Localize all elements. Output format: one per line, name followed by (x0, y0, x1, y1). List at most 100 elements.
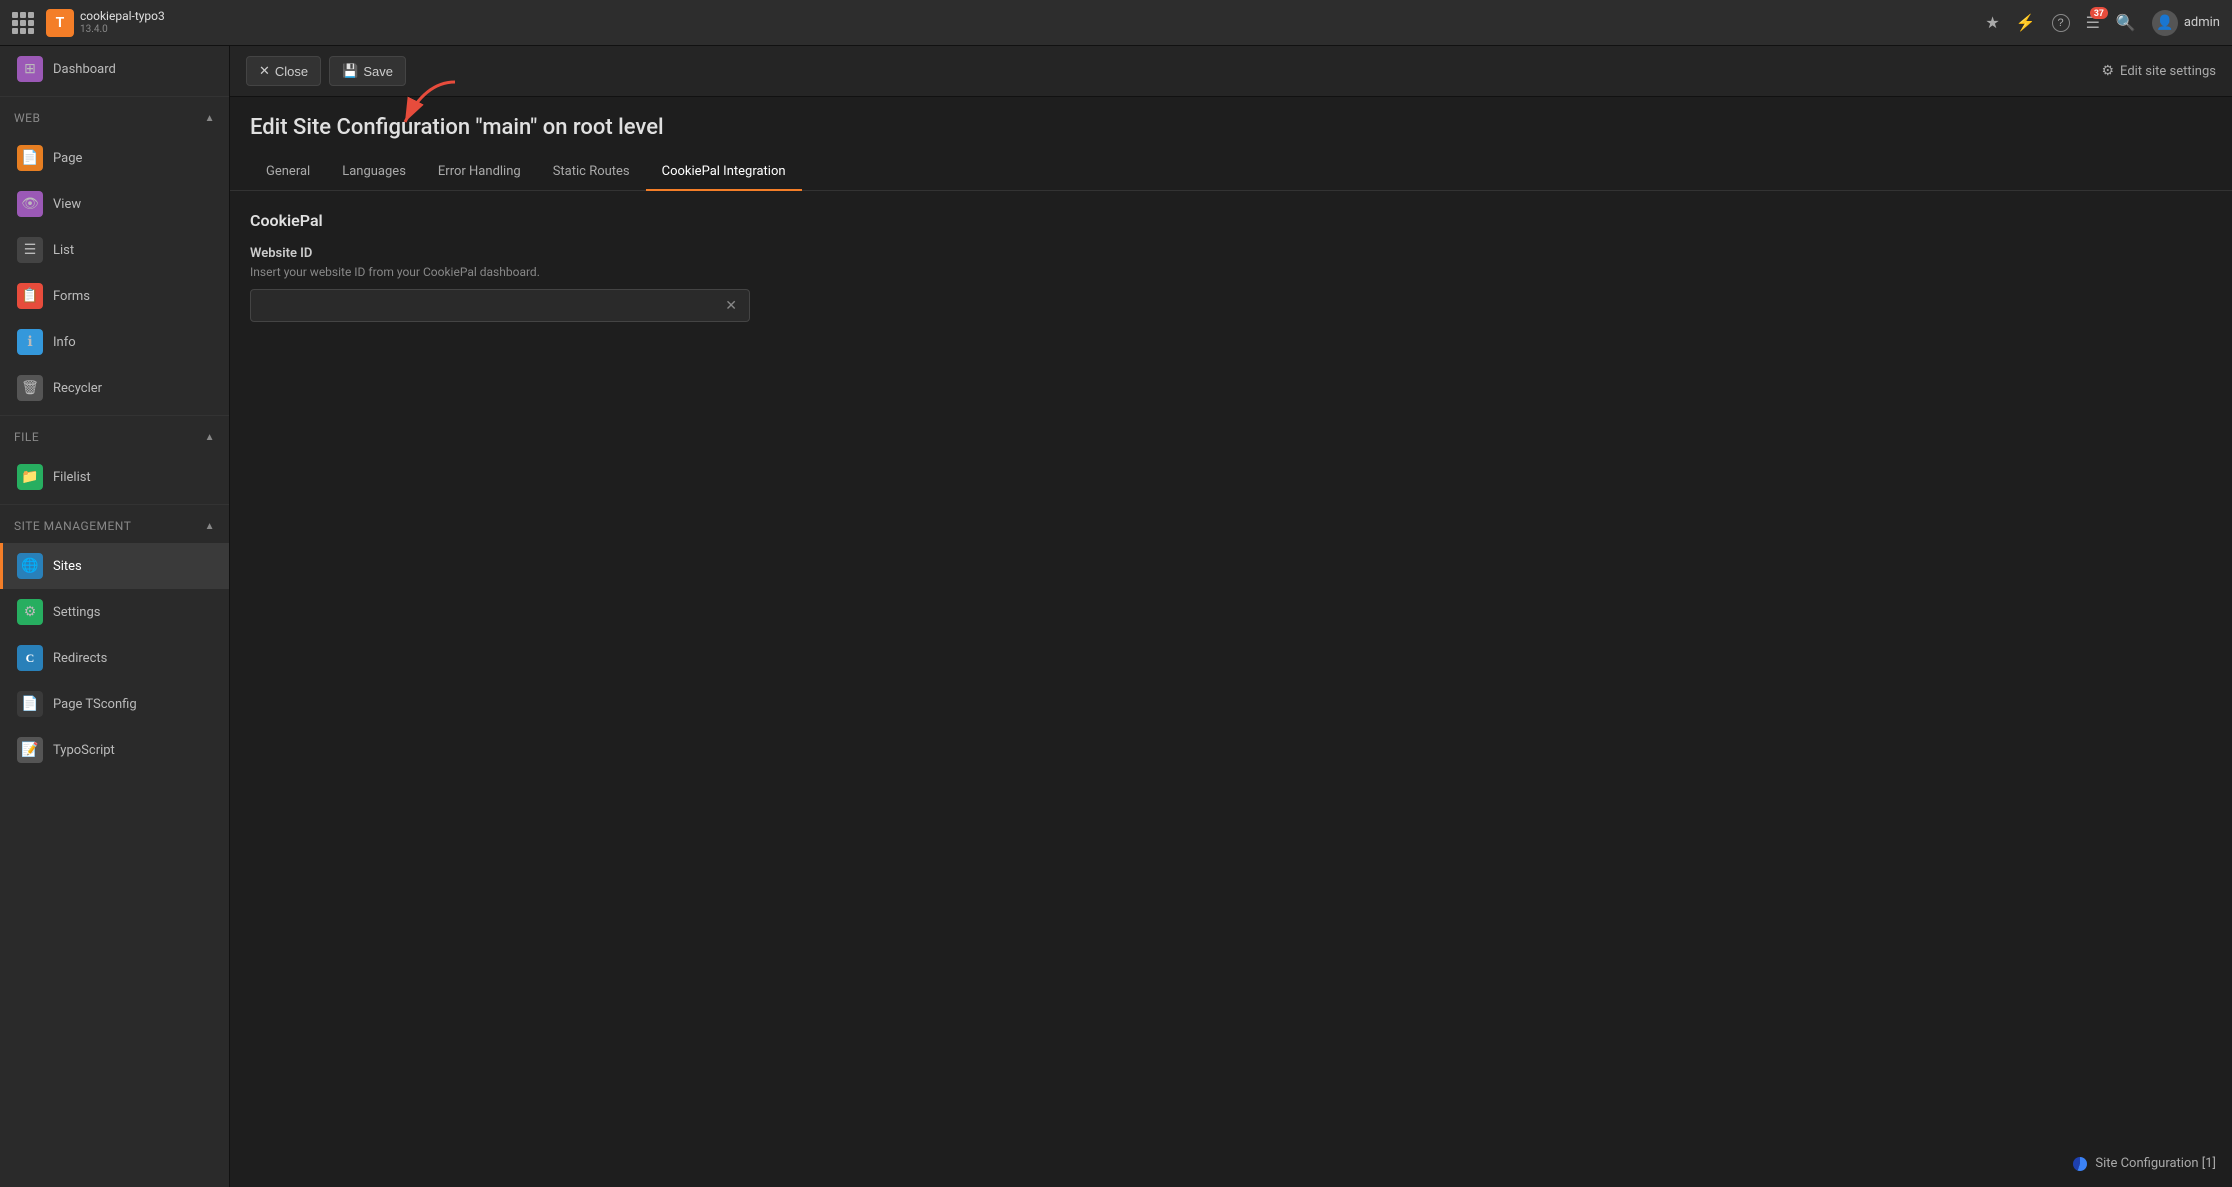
tab-static-routes[interactable]: Static Routes (537, 154, 646, 191)
section-title-cookiepal: CookiePal (250, 211, 2212, 230)
sidebar-section-web[interactable]: Web ▲ (0, 101, 229, 135)
save-label: Save (363, 64, 393, 79)
pagetsconfig-icon: 📄 (17, 691, 43, 717)
bookmark-button[interactable]: ★ (1985, 13, 1999, 33)
sidebar-section-web-label: Web (14, 111, 40, 125)
grid-menu-button[interactable] (12, 12, 38, 34)
website-id-clear-button[interactable]: ✕ (721, 293, 741, 318)
list-nav-icon: ☰ (17, 237, 43, 263)
website-id-input[interactable] (259, 290, 721, 321)
sidebar-section-file[interactable]: File ▲ (0, 420, 229, 454)
chevron-up-icon-sitemgmt: ▲ (205, 521, 215, 532)
close-label: Close (275, 64, 308, 79)
sidebar-item-recycler[interactable]: 🗑 Recycler (0, 365, 229, 411)
sidebar-item-list[interactable]: ☰ List (0, 227, 229, 273)
toolbar-right: ⚙ Edit site settings (2101, 63, 2216, 79)
sidebar-item-label-dashboard: Dashboard (53, 62, 116, 77)
tabs: General Languages Error Handling Static … (230, 154, 2232, 191)
sidebar-item-redirects[interactable]: C Redirects (0, 635, 229, 681)
sidebar-item-label-info: Info (53, 335, 76, 350)
sidebar-item-dashboard[interactable]: ⊞ Dashboard (0, 46, 229, 92)
sidebar-item-label-redirects: Redirects (53, 651, 107, 666)
tab-content-cookiepal: CookiePal Website ID Insert your website… (230, 191, 2232, 1187)
page-header: Edit Site Configuration "main" on root l… (230, 97, 2232, 154)
sidebar-item-label-recycler: Recycler (53, 381, 102, 396)
chevron-up-icon: ▲ (205, 113, 215, 124)
sidebar-item-label-pagetsconfig: Page TSconfig (53, 697, 137, 712)
user-avatar: 👤 (2152, 10, 2178, 36)
status-label: Site Configuration [1] (2095, 1156, 2216, 1171)
main-content: ✕ Close 💾 Save ⚙ Edit site settings (230, 46, 2232, 1187)
save-button[interactable]: 💾 Save (329, 56, 406, 86)
sidebar-item-settings[interactable]: ⚙ Settings (0, 589, 229, 635)
sidebar-item-label-page: Page (53, 151, 82, 166)
tab-languages[interactable]: Languages (326, 154, 422, 191)
star-icon: ★ (1985, 13, 1999, 33)
app-name: cookiepal-typo3 (80, 9, 165, 23)
tab-error-handling[interactable]: Error Handling (422, 154, 537, 191)
sidebar-section-file-label: File (14, 430, 39, 444)
notification-badge: 37 (2090, 7, 2108, 19)
info-icon: ℹ (17, 329, 43, 355)
sidebar-item-page[interactable]: 📄 Page (0, 135, 229, 181)
sidebar-item-label-sites: Sites (53, 559, 82, 574)
tab-cookiepal-integration[interactable]: CookiePal Integration (646, 154, 802, 191)
topbar-actions: ★ ⚡ ? ☰ 37 🔍 👤 admin (1985, 10, 2220, 36)
sidebar-item-label-list: List (53, 243, 74, 258)
website-id-label: Website ID (250, 246, 2212, 261)
search-icon: 🔍 (2116, 13, 2136, 33)
sidebar-item-typoscript[interactable]: 📝 TypoScript (0, 727, 229, 773)
status-dot-icon (2073, 1157, 2087, 1171)
sites-icon: 🌐 (17, 553, 43, 579)
sidebar-item-info[interactable]: ℹ Info (0, 319, 229, 365)
sidebar-item-pagetsconfig[interactable]: 📄 Page TSconfig (0, 681, 229, 727)
sidebar-item-sites[interactable]: 🌐 Sites (0, 543, 229, 589)
forms-icon: 📋 (17, 283, 43, 309)
page-title: Edit Site Configuration "main" on root l… (250, 115, 2212, 140)
website-id-input-wrapper: ✕ (250, 289, 750, 322)
close-icon: ✕ (259, 63, 270, 79)
notifications-button[interactable]: ☰ 37 (2086, 13, 2100, 33)
status-bar: Site Configuration [1] (2073, 1156, 2216, 1171)
sidebar-item-forms[interactable]: 📋 Forms (0, 273, 229, 319)
redirects-icon: C (17, 645, 43, 671)
tab-general[interactable]: General (250, 154, 326, 191)
toolbar-left: ✕ Close 💾 Save (246, 56, 406, 86)
app-version: 13.4.0 (80, 24, 165, 36)
topbar: T cookiepal-typo3 13.4.0 ★ ⚡ ? ☰ 37 🔍 👤 … (0, 0, 2232, 46)
close-button[interactable]: ✕ Close (246, 56, 321, 86)
recycler-icon: 🗑 (17, 375, 43, 401)
username: admin (2184, 15, 2220, 30)
page-icon: 📄 (17, 145, 43, 171)
app-name-block: cookiepal-typo3 13.4.0 (80, 9, 165, 35)
edit-site-settings-label[interactable]: Edit site settings (2120, 64, 2216, 79)
user-menu[interactable]: 👤 admin (2152, 10, 2220, 36)
sidebar-section-sitemanagement[interactable]: Site Management ▲ (0, 509, 229, 543)
typoscript-icon: 📝 (17, 737, 43, 763)
sidebar-item-label-settings: Settings (53, 605, 100, 620)
website-id-description: Insert your website ID from your CookieP… (250, 265, 2212, 279)
toolbar: ✕ Close 💾 Save ⚙ Edit site settings (230, 46, 2232, 97)
main-layout: ⊞ Dashboard Web ▲ 📄 Page 👁 View ☰ List 📋… (0, 46, 2232, 1187)
sidebar-item-label-filelist: Filelist (53, 470, 91, 485)
question-icon: ? (2052, 14, 2070, 32)
view-icon: 👁 (17, 191, 43, 217)
flash-button[interactable]: ⚡ (2016, 13, 2036, 33)
logo-icon: T (46, 9, 74, 37)
gear-icon: ⚙ (2101, 63, 2114, 79)
sidebar-item-filelist[interactable]: 📁 Filelist (0, 454, 229, 500)
settings-icon: ⚙ (17, 599, 43, 625)
save-icon: 💾 (342, 63, 358, 79)
sidebar-item-label-typoscript: TypoScript (53, 743, 115, 758)
help-button[interactable]: ? (2052, 14, 2070, 32)
grid-icon (12, 12, 34, 34)
filelist-icon: 📁 (17, 464, 43, 490)
sidebar-item-label-view: View (53, 197, 81, 212)
sidebar-section-sitemanagement-label: Site Management (14, 519, 131, 533)
sidebar-item-label-forms: Forms (53, 289, 90, 304)
search-button[interactable]: 🔍 (2116, 13, 2136, 33)
website-id-field: Website ID Insert your website ID from y… (250, 246, 2212, 322)
chevron-up-icon-file: ▲ (205, 432, 215, 443)
bolt-icon: ⚡ (2016, 13, 2036, 33)
sidebar-item-view[interactable]: 👁 View (0, 181, 229, 227)
